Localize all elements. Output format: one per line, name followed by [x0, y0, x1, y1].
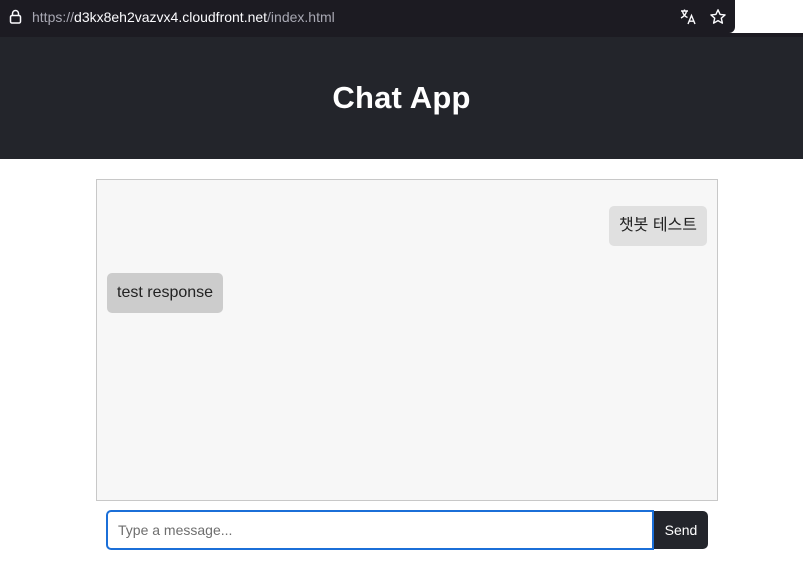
url-host: d3kx8eh2vazvx4.cloudfront.net — [74, 8, 268, 25]
page-title: Chat App — [332, 80, 471, 115]
lock-icon[interactable] — [8, 9, 22, 25]
chat-messages[interactable]: 챗봇 테스트 test response — [96, 179, 718, 501]
browser-url-bar[interactable]: https://d3kx8eh2vazvx4.cloudfront.net/in… — [0, 0, 735, 33]
bot-message: test response — [107, 273, 224, 313]
star-icon[interactable] — [709, 8, 727, 26]
url-text[interactable]: https://d3kx8eh2vazvx4.cloudfront.net/in… — [32, 9, 335, 25]
message-composer: Send — [106, 510, 708, 550]
translate-icon[interactable] — [679, 8, 697, 26]
user-message: 챗봇 테스트 — [608, 206, 707, 246]
app-header: Chat App — [0, 37, 803, 159]
message-input[interactable] — [106, 510, 654, 550]
send-button[interactable]: Send — [654, 511, 708, 549]
url-scheme: https:// — [32, 8, 75, 25]
urlbar-actions — [679, 0, 727, 33]
url-path: /index.html — [267, 8, 335, 25]
